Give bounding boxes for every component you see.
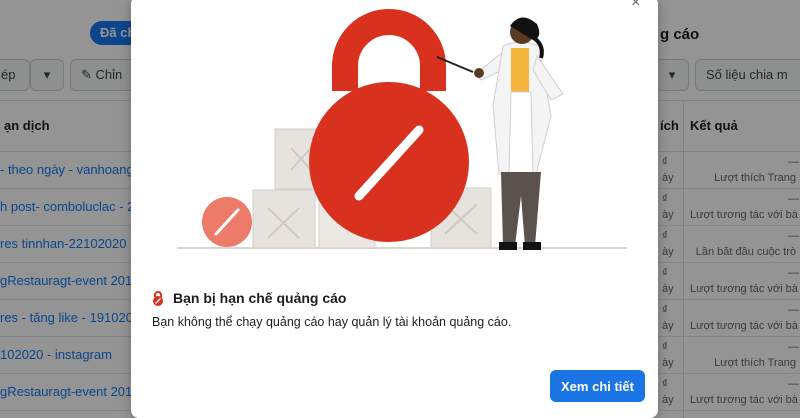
see-details-button[interactable]: Xem chi tiết: [550, 370, 645, 402]
padlock-shackle: [332, 9, 446, 91]
lock-icon: [153, 291, 163, 306]
dialog-message: Bạn không thể chạy quảng cáo hay quản lý…: [152, 315, 512, 329]
dialog-title: Bạn bị hạn chế quảng cáo: [173, 290, 347, 306]
restriction-illustration: [177, 9, 627, 250]
restricted-ads-dialog: × Bạn bị hạn chế quảng cáo Bạn không thể…: [131, 0, 658, 418]
dialog-heading: Bạn bị hạn chế quảng cáo: [151, 288, 346, 308]
box-icon: [252, 189, 316, 249]
